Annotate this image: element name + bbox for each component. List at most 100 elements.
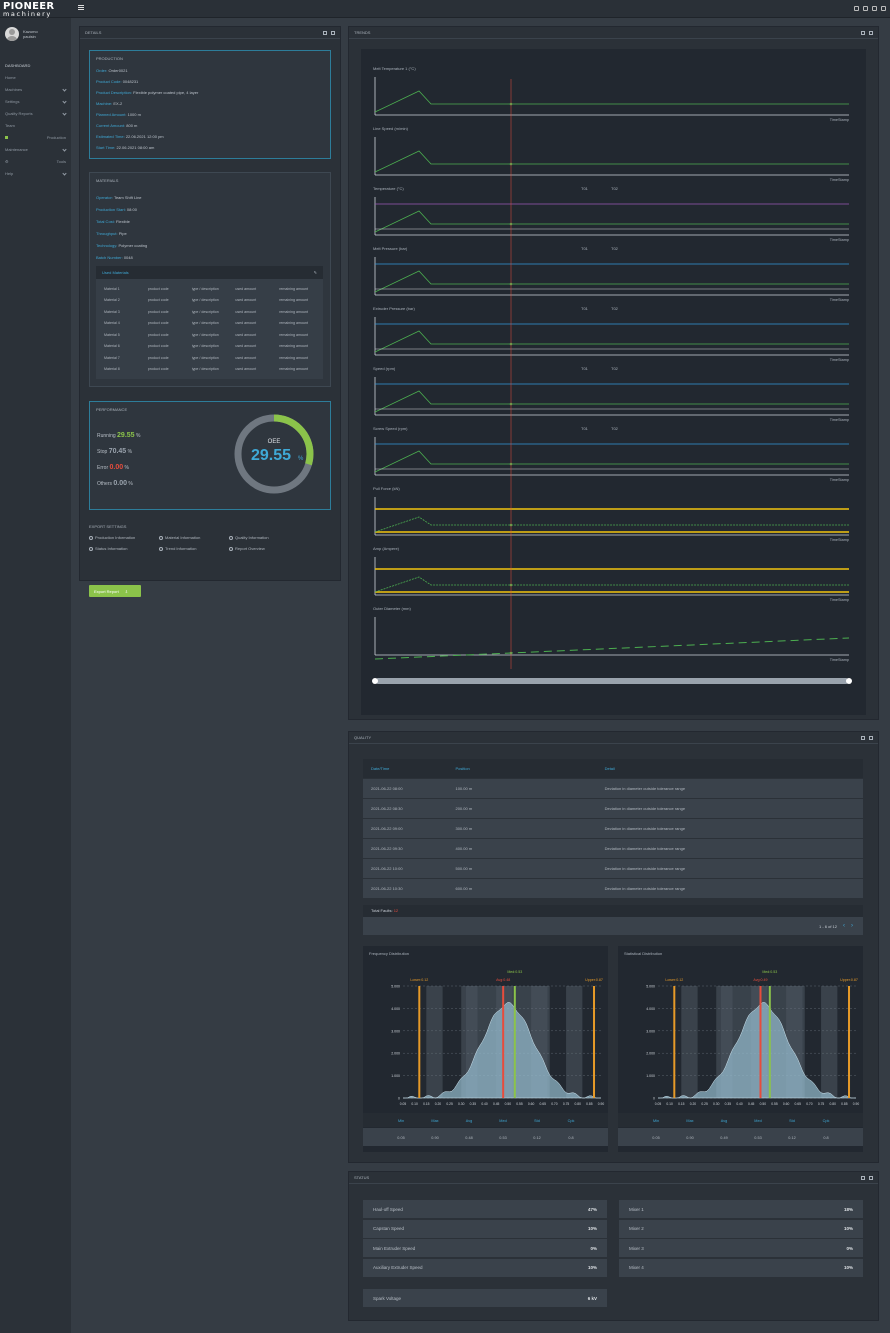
table-row[interactable]: 2021-06-22 09:00 300.00 m Deviation in dia…	[363, 819, 863, 839]
column-header[interactable]: Detail	[605, 766, 863, 771]
collapse-icon[interactable]	[869, 1175, 873, 1180]
radio-icon[interactable]	[159, 535, 163, 540]
brand-logo[interactable]: PIONEER machinery	[3, 2, 69, 18]
table-cell: product code	[147, 332, 169, 337]
time-range-slider[interactable]	[375, 678, 849, 684]
table-cell: used amount	[235, 321, 257, 326]
chart-title: Frequency Distribution	[369, 951, 409, 956]
status-row: Mixer 2 10%	[619, 1219, 863, 1239]
user-name: Kazumo paulsin	[23, 29, 38, 39]
power-icon[interactable]	[863, 6, 868, 11]
trend-legend-label: T01	[581, 426, 589, 431]
sidebar-item-2[interactable]: Machines	[0, 83, 71, 95]
table-cell: used amount	[235, 309, 257, 314]
export-report-button[interactable]: Export Report ⇩	[89, 585, 141, 597]
trend-chart-title: Melt Temperature 1 (°C)	[373, 66, 416, 71]
export-option-label: Quality Information	[235, 535, 269, 540]
table-cell: type / description	[191, 344, 219, 349]
table-cell: used amount	[235, 332, 257, 337]
x-tick-label: 0.25	[446, 1102, 453, 1106]
table-cell: Material 3	[104, 309, 120, 314]
production-field: Planned Amount: 1000 m	[96, 112, 141, 117]
materials-field-value: Polymer coating	[118, 243, 148, 248]
y-tick-label: 2.000	[646, 1052, 655, 1056]
table-cell: remaining amount	[279, 286, 308, 291]
sidebar-item-1[interactable]: Home	[0, 71, 71, 83]
export-option[interactable]: Quality Information	[229, 535, 269, 540]
y-tick-label: 0	[398, 1097, 400, 1101]
radio-icon[interactable]	[89, 546, 93, 551]
status-label: Mixer 3	[629, 1245, 644, 1251]
table-cell: used amount	[235, 355, 257, 360]
slider-handle-start[interactable]	[372, 678, 378, 684]
table-row[interactable]: 2021-06-22 08:00 100.00 m Deviation in dia…	[363, 779, 863, 799]
stats-header: Std	[789, 1119, 795, 1123]
sidebar-item-5[interactable]: Team	[0, 119, 71, 131]
radio-icon[interactable]	[229, 546, 233, 551]
export-option[interactable]: Status Information	[89, 546, 127, 551]
sidebar-item-8[interactable]: ⚙ Tools	[0, 155, 71, 167]
sidebar-item-0[interactable]: DASHBOARD	[0, 59, 71, 71]
edit-icon[interactable]: ✎	[314, 270, 317, 275]
menu-icon[interactable]	[78, 5, 84, 10]
stats-header: Min	[398, 1119, 404, 1123]
performance-box: PERFORMANCE Running 29.55 % Stop 70.45 % E…	[89, 401, 331, 510]
band	[566, 986, 583, 1098]
expand-icon[interactable]	[861, 735, 865, 740]
x-axis-label: TimeStamp	[830, 598, 849, 602]
slider-handle-end[interactable]	[846, 678, 852, 684]
radio-icon[interactable]	[229, 535, 233, 540]
collapse-icon[interactable]	[331, 30, 335, 35]
expand-icon[interactable]	[323, 30, 327, 35]
x-tick-label: 0.80	[574, 1102, 581, 1106]
sidebar-item-9[interactable]: Help	[0, 167, 71, 179]
stats-header: Avg	[466, 1119, 472, 1123]
x-axis-label: TimeStamp	[830, 658, 849, 662]
pagination: 1 - 6 of 12 ‹ ›	[363, 917, 863, 935]
column-header[interactable]: Position	[455, 766, 604, 771]
radio-icon[interactable]	[159, 546, 163, 551]
export-option-label: Production Information	[95, 535, 136, 540]
flag-icon[interactable]	[881, 6, 886, 11]
column-header[interactable]: Date/Time	[371, 766, 455, 771]
x-tick-label: 0.10	[666, 1102, 673, 1106]
gear-icon[interactable]	[872, 6, 877, 11]
export-button-label: Export Report	[94, 588, 119, 594]
table-row[interactable]: 2021-06-22 08:30 200.00 m Deviation in dia…	[363, 799, 863, 819]
sidebar-item-7[interactable]: Maintenance	[0, 143, 71, 155]
export-option[interactable]: Production Information	[89, 535, 135, 540]
sidebar-item-4[interactable]: Quality Reports	[0, 107, 71, 119]
status-label: Spark Voltage	[373, 1295, 402, 1301]
production-field-value: EX-2	[113, 101, 123, 106]
collapse-icon[interactable]	[869, 735, 873, 740]
expand-icon[interactable]	[861, 1175, 865, 1180]
table-cell: remaining amount	[279, 332, 308, 337]
table-cell: 200.00 m	[455, 806, 473, 811]
sidebar-item-3[interactable]: Settings	[0, 95, 71, 107]
trend-chart-title: Speed (rpm)	[373, 366, 396, 371]
radio-icon[interactable]	[89, 535, 93, 540]
total-faults: Total Faults: 12	[363, 905, 863, 917]
next-page-icon[interactable]: ›	[851, 923, 853, 929]
export-option[interactable]: Report Overview	[229, 546, 265, 551]
table-cell: type / description	[191, 367, 219, 372]
table-row[interactable]: 2021-06-22 10:00 500.00 m Deviation in dia…	[363, 859, 863, 879]
materials-table-header[interactable]: Used Materials ✎	[96, 266, 323, 279]
avatar[interactable]	[5, 27, 19, 41]
export-option[interactable]: Material Information	[159, 535, 200, 540]
stats-header: Min	[653, 1119, 659, 1123]
prev-page-icon[interactable]: ‹	[843, 923, 845, 929]
table-cell: Deviation in diameter outside tolerance …	[604, 806, 686, 811]
export-option[interactable]: Trend Information	[159, 546, 196, 551]
expand-icon[interactable]	[861, 30, 865, 35]
collapse-icon[interactable]	[869, 30, 873, 35]
annotation-label: Med:0.53	[762, 970, 777, 974]
status-panel: STATUS Haul-off Speed 47% Capstan Speed 10%…	[348, 1171, 879, 1321]
trend-chart-title: Outer Diameter (mm)	[373, 606, 411, 611]
table-row[interactable]: 2021-06-22 09:30 400.00 m Deviation in dia…	[363, 839, 863, 859]
performance-value: 0.00	[109, 464, 124, 471]
monitor-icon[interactable]	[854, 6, 859, 11]
table-row[interactable]: 2021-06-22 10:30 600.00 m Deviation in dia…	[363, 879, 863, 899]
sidebar-item-6[interactable]: Production	[0, 131, 71, 143]
x-tick-label: 0.85	[841, 1102, 848, 1106]
